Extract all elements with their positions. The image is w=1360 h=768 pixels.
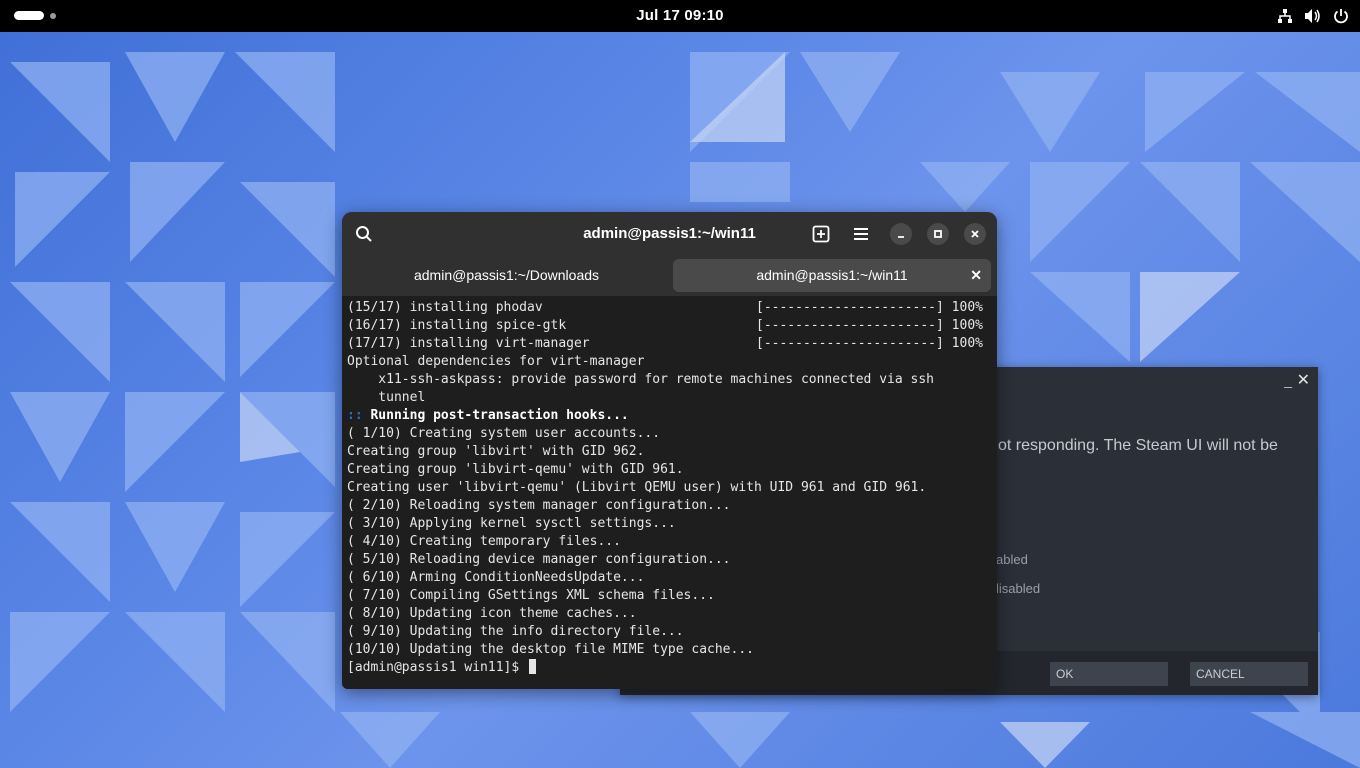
terminal-line-text: (17/17) installing virt-manager	[347, 336, 590, 351]
volume-icon[interactable]	[1304, 6, 1322, 26]
top-bar: Jul 17 09:10	[0, 0, 1360, 32]
terminal-line: ( 3/10) Applying kernel sysctl settings.…	[347, 515, 934, 533]
terminal-line-text: ( 2/10) Reloading system manager configu…	[347, 498, 731, 513]
terminal-line: ( 8/10) Updating icon theme caches...	[347, 605, 934, 623]
terminal-headerbar[interactable]: admin@passis1:~/win11	[342, 212, 997, 256]
terminal-line-text: (10/10) Updating the desktop file MIME t…	[347, 642, 754, 657]
menu-icon[interactable]	[849, 222, 873, 246]
ok-button[interactable]: OK	[1050, 662, 1168, 686]
new-tab-icon[interactable]	[809, 222, 833, 246]
terminal-line-text: ( 7/10) Compiling GSettings XML schema f…	[347, 588, 715, 603]
tab-downloads[interactable]: admin@passis1:~/Downloads	[344, 259, 669, 292]
terminal-line: Creating user 'libvirt-qemu' (Libvirt QE…	[347, 479, 934, 497]
terminal-line-text: (15/17) installing phodav	[347, 300, 543, 315]
terminal-line-text: ( 3/10) Applying kernel sysctl settings.…	[347, 516, 676, 531]
steam-option-label[interactable]: lisabled	[996, 581, 1040, 596]
terminal-line-text: Running post-transaction hooks...	[362, 408, 629, 423]
terminal-line: :: Running post-transaction hooks...	[347, 407, 934, 425]
terminal-line-text: x11-ssh-askpass: provide password for re…	[347, 372, 934, 387]
terminal-line-text: (16/17) installing spice-gtk	[347, 318, 567, 333]
shell-prompt: [admin@passis1 win11]$	[347, 660, 528, 675]
terminal-line: (16/17) installing spice-gtk [-----------…	[347, 317, 983, 335]
terminal-line-text: tunnel	[347, 390, 426, 405]
hook-prefix: ::	[347, 408, 363, 423]
terminal-line: tunnel	[347, 389, 934, 407]
steam-minimize-button[interactable]: _	[1284, 372, 1292, 388]
terminal-window[interactable]: admin@passis1:~/win11 admin@passis1:~/Do…	[342, 212, 997, 689]
clock[interactable]: Jul 17 09:10	[0, 7, 1360, 24]
prompt-line[interactable]: [admin@passis1 win11]$	[347, 659, 934, 677]
cancel-button[interactable]: CANCEL	[1190, 662, 1308, 686]
progress-bar-text: [----------------------] 100%	[756, 336, 983, 351]
steam-option-label[interactable]: abled	[996, 552, 1028, 567]
network-icon[interactable]	[1276, 6, 1294, 26]
maximize-button[interactable]	[927, 223, 949, 245]
terminal-line-text: ( 1/10) Creating system user accounts...	[347, 426, 661, 441]
terminal-line-text: Optional dependencies for virt-manager	[347, 354, 645, 369]
tab-label: admin@passis1:~/win11	[756, 267, 908, 283]
tab-bar: admin@passis1:~/Downloads admin@passis1:…	[342, 256, 997, 296]
terminal-line: ( 7/10) Compiling GSettings XML schema f…	[347, 587, 934, 605]
system-tray[interactable]	[1276, 6, 1350, 26]
terminal-line: (15/17) installing phodav [--------------…	[347, 299, 983, 317]
terminal-line-text: ( 9/10) Updating the info directory file…	[347, 624, 684, 639]
terminal-line: ( 9/10) Updating the info directory file…	[347, 623, 934, 641]
terminal-line-text: Creating group 'libvirt' with GID 962.	[347, 444, 645, 459]
terminal-line: Optional dependencies for virt-manager	[347, 353, 934, 371]
terminal-line: ( 5/10) Reloading device manager configu…	[347, 551, 934, 569]
terminal-line: ( 6/10) Arming ConditionNeedsUpdate...	[347, 569, 934, 587]
terminal-line: (17/17) installing virt-manager [--------…	[347, 335, 983, 353]
steam-close-button[interactable]: ✕	[1297, 370, 1310, 390]
terminal-output[interactable]: (15/17) installing phodav [--------------…	[342, 296, 997, 689]
terminal-line: x11-ssh-askpass: provide password for re…	[347, 371, 934, 389]
terminal-line-text: ( 4/10) Creating temporary files...	[347, 534, 621, 549]
close-button[interactable]	[964, 223, 986, 245]
close-tab-icon[interactable]: ✕	[970, 259, 982, 292]
terminal-line: Creating group 'libvirt-qemu' with GID 9…	[347, 461, 934, 479]
terminal-line: ( 2/10) Reloading system manager configu…	[347, 497, 934, 515]
terminal-line-text: Creating group 'libvirt-qemu' with GID 9…	[347, 462, 684, 477]
tab-label: admin@passis1:~/Downloads	[413, 267, 600, 283]
terminal-line: ( 4/10) Creating temporary files...	[347, 533, 934, 551]
tab-win11[interactable]: admin@passis1:~/win11 ✕	[673, 259, 991, 292]
terminal-line-text: ( 6/10) Arming ConditionNeedsUpdate...	[347, 570, 645, 585]
terminal-line: ( 1/10) Creating system user accounts...	[347, 425, 934, 443]
terminal-lines: (15/17) installing phodav [--------------…	[347, 299, 983, 677]
progress-bar-text: [----------------------] 100%	[756, 318, 983, 333]
terminal-line: (10/10) Updating the desktop file MIME t…	[347, 641, 934, 659]
steam-dialog-message: ot responding. The Steam UI will not be	[998, 437, 1278, 454]
terminal-line-text: ( 8/10) Updating icon theme caches...	[347, 606, 637, 621]
minimize-button[interactable]	[890, 223, 912, 245]
terminal-line-text: Creating user 'libvirt-qemu' (Libvirt QE…	[347, 480, 927, 495]
progress-bar-text: [----------------------] 100%	[756, 300, 983, 315]
terminal-line: Creating group 'libvirt' with GID 962.	[347, 443, 934, 461]
terminal-line-text: ( 5/10) Reloading device manager configu…	[347, 552, 731, 567]
power-icon[interactable]	[1332, 6, 1350, 26]
text-cursor	[529, 659, 537, 674]
